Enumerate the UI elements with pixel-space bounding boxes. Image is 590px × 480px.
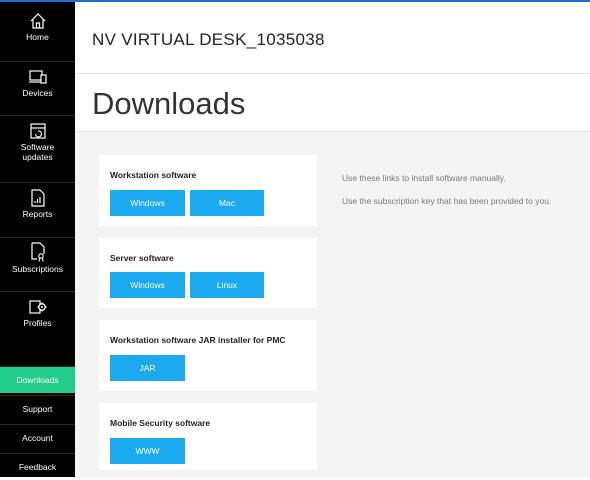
info-text-manual: Use these links to install software manu… [342,173,506,183]
sidebar-item-label: Subscriptions [11,264,64,274]
sidebar-item-devices[interactable]: Devices [0,64,75,114]
page-title: Downloads [92,86,246,121]
download-card-workstation: Workstation software Windows Mac [99,155,317,226]
home-icon [29,8,47,30]
download-linux-button[interactable]: Linux [190,272,264,298]
sidebar-item-label: Software updates [20,142,55,162]
header-divider [75,73,590,74]
download-mac-button[interactable]: Mac [190,190,264,216]
app-name: NV VIRTUAL DESK_1035038 [92,30,325,49]
devices-icon [28,64,48,86]
card-title: Server software [110,253,174,263]
info-text-subscription-key: Use the subscription key that has been p… [342,196,552,206]
download-www-button[interactable]: WWW [110,438,185,464]
sidebar-item-reports[interactable]: Reports [0,185,75,235]
sidebar-divider [0,61,75,62]
download-card-mobile: Mobile Security software WWW [99,403,317,470]
card-title: Mobile Security software [110,418,211,428]
download-server-windows-button[interactable]: Windows [110,272,185,298]
sidebar-divider [0,182,75,183]
software-updates-icon [29,118,47,140]
download-jar-button[interactable]: JAR [110,355,185,381]
sidebar-item-subscriptions[interactable]: Subscriptions [0,240,75,290]
sidebar-item-software-updates[interactable]: Software updates [0,118,75,180]
sidebar-divider [0,115,75,116]
sidebar-item-support[interactable]: Support [0,396,75,422]
card-title: Workstation software JAR installer for P… [110,335,286,345]
sidebar: Home Devices Software updates Reports Su… [0,2,75,477]
sidebar-item-profiles[interactable]: Profiles [0,294,75,339]
card-title: Workstation software [110,170,197,180]
profiles-icon [28,294,48,316]
sidebar-item-home[interactable]: Home [0,8,75,58]
sidebar-item-feedback[interactable]: Feedback [0,454,75,480]
sidebar-item-account[interactable]: Account [0,425,75,451]
sidebar-item-label: Profiles [23,318,52,328]
sidebar-divider [0,237,75,238]
sidebar-item-downloads[interactable]: Downloads [0,367,75,393]
download-card-server: Server software Windows Linux [99,238,317,308]
sidebar-item-label: Home [26,32,49,42]
download-windows-button[interactable]: Windows [110,190,185,216]
download-card-jar: Workstation software JAR installer for P… [99,320,317,391]
sidebar-item-label: Reports [22,209,53,219]
sidebar-divider [0,291,75,292]
top-accent-line [0,0,590,2]
subscriptions-icon [30,240,46,262]
reports-icon [30,185,46,207]
sidebar-item-label: Devices [22,88,53,98]
